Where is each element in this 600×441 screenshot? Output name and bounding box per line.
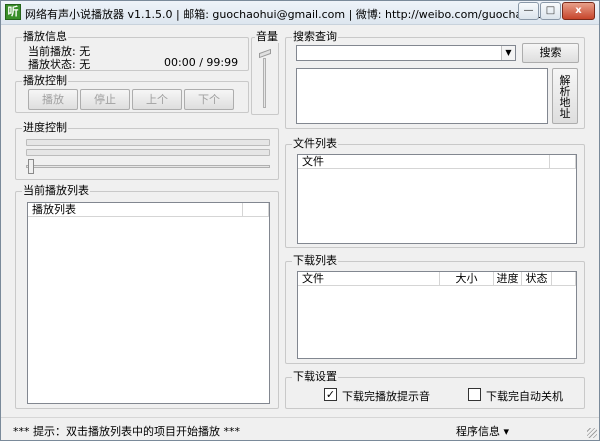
search-button[interactable]: 搜索: [522, 43, 579, 63]
volume-slider-track[interactable]: [263, 58, 266, 108]
time-display: 00:00 / 99:99: [164, 56, 239, 69]
play-control-group: 播放控制 播放 停止 上个 下个: [15, 75, 249, 113]
next-button[interactable]: 下个: [184, 89, 234, 110]
file-listview[interactable]: 文件: [297, 154, 577, 244]
volume-legend: 音量: [255, 30, 279, 43]
download-list-legend: 下载列表: [292, 254, 338, 267]
file-list-group: 文件列表 文件: [285, 138, 585, 248]
minimize-button[interactable]: —: [518, 2, 539, 20]
progress-control-legend: 进度控制: [22, 121, 68, 134]
playlist-column-filler: [243, 203, 269, 217]
download-column-status[interactable]: 状态: [522, 272, 552, 286]
download-progress-bar: [26, 139, 270, 146]
playlist-column-header[interactable]: 播放列表: [28, 203, 243, 217]
progress-control-group: 进度控制: [15, 122, 279, 180]
search-legend: 搜索查询: [292, 30, 338, 43]
download-list-group: 下载列表 文件 大小 进度 状态: [285, 255, 585, 364]
parse-address-char-4: 址: [559, 107, 571, 120]
chevron-down-icon[interactable]: ▼: [501, 46, 515, 60]
current-playlist-legend: 当前播放列表: [22, 184, 90, 197]
download-settings-group: 下载设置 ✓ 下载完播放提示音 下载完自动关机: [285, 371, 585, 409]
file-column-filler: [550, 155, 576, 169]
maximize-button[interactable]: □: [540, 2, 561, 20]
hint-text: *** 提示：双击播放列表中的项目开始播放 ***: [13, 425, 240, 438]
play-info-legend: 播放信息: [22, 30, 68, 43]
parse-address-button[interactable]: 解 析 地 址: [552, 68, 578, 124]
download-column-filler: [552, 272, 576, 286]
play-button[interactable]: 播放: [28, 89, 78, 110]
seek-slider-track[interactable]: [26, 165, 270, 168]
window-title: 网络有声小说播放器 v1.1.5.0 | 邮箱: guochaohui@gmai…: [25, 8, 546, 21]
resize-grip[interactable]: [587, 428, 597, 438]
search-results-box[interactable]: [296, 68, 548, 124]
play-sound-checkbox[interactable]: ✓: [324, 388, 337, 401]
play-sound-label[interactable]: 下载完播放提示音: [342, 388, 430, 404]
playlist-listview[interactable]: 播放列表: [27, 202, 270, 404]
file-column-header[interactable]: 文件: [298, 155, 550, 169]
search-group: 搜索查询 ▼ 搜索 解 析 地 址: [285, 31, 585, 129]
close-button[interactable]: x: [562, 2, 595, 20]
seek-slider-thumb[interactable]: [28, 159, 34, 174]
play-control-legend: 播放控制: [22, 74, 68, 87]
download-listview[interactable]: 文件 大小 进度 状态: [297, 271, 577, 359]
previous-button[interactable]: 上个: [132, 89, 182, 110]
main-window: 听 网络有声小说播放器 v1.1.5.0 | 邮箱: guochaohui@gm…: [0, 0, 600, 441]
volume-slider-thumb[interactable]: [259, 48, 271, 59]
buffer-progress-bar: [26, 149, 270, 156]
status-bar: *** 提示：双击播放列表中的项目开始播放 *** 程序信息 ▾: [1, 417, 599, 440]
stop-button[interactable]: 停止: [80, 89, 130, 110]
download-column-progress[interactable]: 进度: [494, 272, 522, 286]
title-bar[interactable]: 听 网络有声小说播放器 v1.1.5.0 | 邮箱: guochaohui@gm…: [1, 1, 599, 25]
auto-shutdown-checkbox[interactable]: [468, 388, 481, 401]
download-settings-legend: 下载设置: [292, 370, 338, 383]
play-status-label: 播放状态: 无: [28, 58, 91, 71]
download-column-file[interactable]: 文件: [298, 272, 440, 286]
current-playlist-group: 当前播放列表 播放列表: [15, 185, 279, 409]
search-combobox[interactable]: ▼: [296, 45, 516, 61]
download-column-size[interactable]: 大小: [440, 272, 494, 286]
play-info-group: 播放信息 当前播放: 无 播放状态: 无 00:00 / 99:99: [15, 31, 249, 71]
program-info-menu[interactable]: 程序信息 ▾: [456, 423, 509, 439]
auto-shutdown-label[interactable]: 下载完自动关机: [486, 388, 563, 404]
volume-group: 音量: [251, 31, 279, 115]
file-list-legend: 文件列表: [292, 137, 338, 150]
app-icon: 听: [5, 4, 21, 20]
